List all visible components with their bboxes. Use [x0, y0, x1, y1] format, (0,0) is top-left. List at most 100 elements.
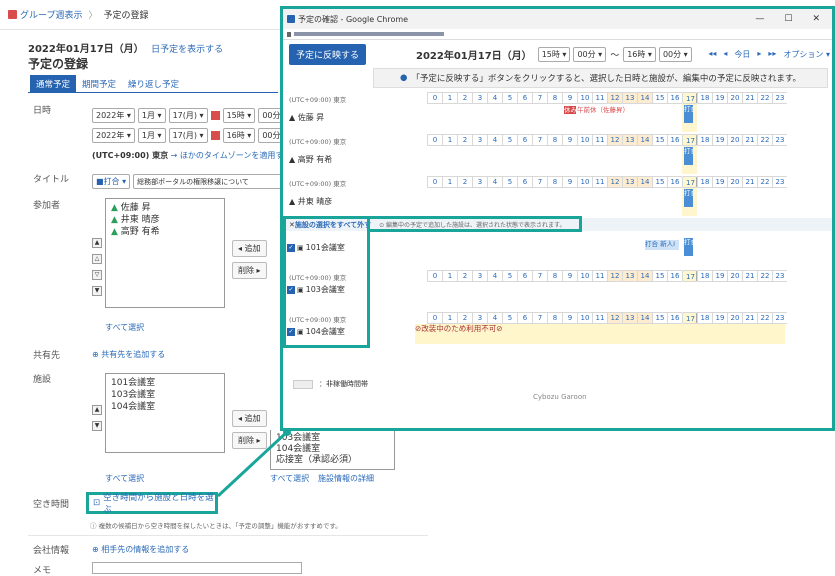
close-icon[interactable]: ✕ [812, 14, 820, 24]
hour-cell: 5 [502, 176, 517, 188]
facility-icon: ▣ [297, 327, 304, 336]
checkbox-icon[interactable]: ✓ [287, 327, 295, 336]
hour-cell: 19 [712, 92, 727, 104]
hour-cell: 1 [442, 312, 457, 324]
info-icon: ● [399, 73, 408, 83]
hour-cell: 18 [697, 176, 712, 188]
hour-cell: 12 [607, 134, 622, 146]
hour-cell: 13 [622, 176, 637, 188]
hour-cell: 0 [427, 176, 442, 188]
hour-header-row: 0 1 2 3 4 5 6 7 8 9 10 11 12 13 14 15 16 17 18 19 20 21 22 23 [427, 134, 787, 146]
hour-cell: 13 [622, 92, 637, 104]
hour-cell: 10 [577, 92, 592, 104]
event-bar[interactable]: 休み [564, 106, 576, 114]
lock-icon [287, 31, 291, 37]
hour-cell: 14 [637, 134, 652, 146]
facility-unavailable-bar[interactable]: ⊘改装中のため利用不可⊘ [415, 324, 785, 344]
event-bar[interactable]: 打合 [684, 147, 693, 165]
event-bar[interactable]: 打合 [684, 189, 693, 207]
hour-cell: 14 [637, 270, 652, 282]
options-menu[interactable]: オプション ▾ [783, 49, 830, 60]
hour-cell: 8 [547, 176, 562, 188]
hour-cell: 3 [472, 134, 487, 146]
minimize-icon[interactable]: — [755, 14, 764, 24]
hour-cell: 23 [772, 312, 787, 324]
hour-cell: 9 [562, 134, 577, 146]
hour-cell: 21 [742, 176, 757, 188]
prev-week-icon[interactable]: ◂◂ [708, 49, 716, 60]
facility-row-label[interactable]: ✓ ▣ 103会議室 [287, 284, 345, 295]
prev-day-icon[interactable]: ◂ [723, 49, 727, 60]
popup-toolbar: 予定に反映する 2022年01月17日（月） 15時 ▾ 00分 ▾ 〜 16時… [283, 40, 832, 68]
facility-icon: ▣ [297, 285, 304, 294]
url-redacted [294, 32, 444, 36]
hour-cell: 20 [727, 312, 742, 324]
tilde: 〜 [610, 50, 620, 61]
timezone-label: (UTC+09:00) 東京 [289, 138, 347, 146]
today-link[interactable]: 今日 [734, 49, 750, 60]
hour-cell: 14 [637, 312, 652, 324]
popup-start-min[interactable]: 00分 ▾ [573, 46, 607, 62]
hour-cell: 7 [532, 92, 547, 104]
hour-cell: 22 [757, 270, 772, 282]
hour-cell: 23 [772, 134, 787, 146]
event-bar[interactable]: 打合 [684, 105, 693, 123]
hour-cell: 6 [517, 312, 532, 324]
hour-cell: 8 [547, 312, 562, 324]
event-label[interactable]: 午前休（佐藤昇） [577, 106, 637, 114]
event-bar[interactable]: 打合 新人I [645, 240, 679, 250]
hour-cell: 12 [607, 92, 622, 104]
checkbox-icon[interactable]: ✓ [287, 285, 295, 294]
person-name[interactable]: ▲ 高野 有希 [289, 154, 332, 165]
popup-end-min[interactable]: 00分 ▾ [658, 46, 692, 62]
hour-cell: 7 [532, 270, 547, 282]
remove-all-facilities-link[interactable]: 施設の選択をすべて外す [295, 220, 371, 230]
hour-cell: 9 [562, 92, 577, 104]
popup-date: 2022年01月17日（月） [416, 50, 532, 62]
hour-cell: 15 [652, 92, 667, 104]
hour-cell: 21 [742, 270, 757, 282]
next-week-icon[interactable]: ▸▸ [768, 49, 776, 60]
hour-cell: 9 [562, 312, 577, 324]
popup-end-hour[interactable]: 16時 ▾ [623, 46, 656, 62]
hour-cell: 0 [427, 270, 442, 282]
address-bar[interactable] [283, 29, 832, 40]
hour-cell: 11 [592, 270, 607, 282]
popup-start-hour[interactable]: 15時 ▾ [537, 46, 571, 62]
hour-cell: 2 [457, 92, 472, 104]
hour-cell: 14 [637, 92, 652, 104]
facility-note: ⊙ 編集中の予定で追加した施設は、選択された状態で表示されます。 [379, 222, 566, 229]
footer-text: Cybozu Garoon [533, 393, 587, 401]
hour-cell: 4 [487, 92, 502, 104]
maximize-icon[interactable]: ☐ [784, 14, 792, 24]
hour-header-row: 0 1 2 3 4 5 6 7 8 9 10 11 12 13 14 15 16 17 18 19 20 21 22 23 [427, 92, 787, 104]
hour-cell: 3 [472, 270, 487, 282]
hour-cell: 5 [502, 312, 517, 324]
hour-cell: 15 [652, 134, 667, 146]
hour-cell: 17 [682, 270, 697, 282]
hour-cell: 19 [712, 312, 727, 324]
hour-cell: 1 [442, 176, 457, 188]
event-bar[interactable]: 打合 [684, 238, 693, 256]
hour-cell: 14 [637, 176, 652, 188]
reflect-button[interactable]: 予定に反映する [289, 43, 367, 65]
hour-cell: 4 [487, 176, 502, 188]
hour-cell: 16 [667, 312, 682, 324]
hour-cell: 21 [742, 92, 757, 104]
person-name[interactable]: ▲ 佐藤 昇 [289, 112, 324, 123]
facility-row-label[interactable]: ✓ ▣ 104会議室 [287, 326, 345, 337]
hour-cell: 8 [547, 134, 562, 146]
next-day-icon[interactable]: ▸ [757, 49, 761, 60]
checkbox-icon[interactable]: ✓ [287, 243, 295, 252]
person-name[interactable]: ▲ 井東 晴彦 [289, 196, 332, 207]
hour-cell: 12 [607, 312, 622, 324]
hour-cell: 17 [682, 92, 697, 104]
hour-cell: 2 [457, 134, 472, 146]
timezone-label: (UTC+09:00) 東京 [289, 316, 347, 324]
timezone-label: (UTC+09:00) 東京 [289, 180, 347, 188]
window-titlebar: 予定の確認 - Google Chrome — ☐ ✕ [283, 9, 832, 29]
hour-cell: 6 [517, 270, 532, 282]
hour-cell: 0 [427, 92, 442, 104]
facility-row-label[interactable]: ✓ ▣ 101会議室 [287, 242, 345, 253]
hour-cell: 16 [667, 176, 682, 188]
